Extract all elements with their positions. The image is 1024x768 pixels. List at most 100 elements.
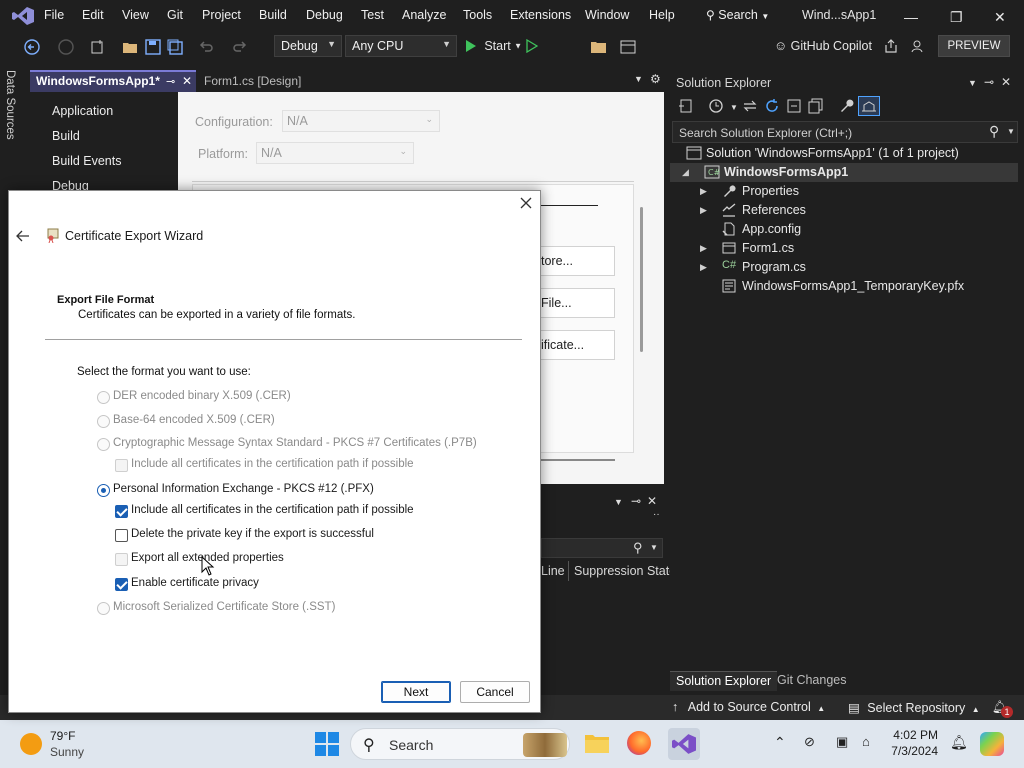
tree-item-program[interactable]: ▶ C# Program.cs: [670, 258, 1024, 277]
visual-studio-taskbar-icon[interactable]: [668, 728, 700, 760]
close-panel-icon[interactable]: ✕: [1001, 75, 1011, 89]
tree-item-references[interactable]: ▶ References: [670, 201, 1024, 220]
firefox-icon[interactable]: [627, 731, 651, 755]
tab-solution-explorer[interactable]: Solution Explorer: [670, 671, 778, 691]
menu-view[interactable]: View: [122, 8, 149, 22]
refresh-icon[interactable]: [764, 98, 780, 114]
tray-app-icon[interactable]: ⊘: [804, 734, 815, 750]
tree-item-pfx[interactable]: WindowsFormsApp1_TemporaryKey.pfx: [670, 277, 1024, 296]
nav-application[interactable]: Application: [52, 104, 113, 118]
weather-condition[interactable]: Sunny: [50, 745, 84, 759]
menu-extensions[interactable]: Extensions: [510, 8, 571, 22]
tree-item-properties[interactable]: ▶ Properties: [670, 182, 1024, 201]
pin-icon[interactable]: ⊸: [984, 75, 994, 89]
menu-build[interactable]: Build: [259, 8, 287, 22]
error-list-search[interactable]: ⚲ ▼: [541, 538, 663, 558]
clock-date[interactable]: 7/3/2024: [890, 744, 938, 758]
layout-icon[interactable]: [620, 39, 636, 55]
preview-button[interactable]: PREVIEW: [938, 35, 1010, 57]
add-to-source-control-button[interactable]: ↑ Add to Source Control ▲: [672, 700, 825, 714]
settings-gear-icon[interactable]: ⚙: [650, 72, 661, 86]
search-menu[interactable]: ⚲ Search ▼: [706, 8, 769, 22]
clock-time[interactable]: 4:02 PM: [890, 728, 938, 742]
tab-project-properties[interactable]: WindowsFormsApp1* ⊸ ✕: [30, 70, 196, 92]
panel-menu-icon[interactable]: ▼: [614, 497, 623, 507]
pending-changes-icon[interactable]: [742, 98, 758, 114]
menu-window[interactable]: Window: [585, 8, 629, 22]
menu-tools[interactable]: Tools: [463, 8, 492, 22]
history-icon[interactable]: [708, 98, 724, 114]
nav-build-events[interactable]: Build Events: [52, 154, 121, 168]
menu-edit[interactable]: Edit: [82, 8, 104, 22]
share-icon[interactable]: [884, 39, 898, 53]
platform-dropdown[interactable]: Any CPU ▼: [345, 35, 457, 57]
minimize-icon[interactable]: —: [904, 9, 918, 25]
solution-folder-icon[interactable]: [590, 39, 608, 55]
file-explorer-icon[interactable]: [584, 732, 610, 754]
network-icon[interactable]: ⌂: [862, 734, 870, 749]
forward-icon[interactable]: [58, 39, 74, 55]
chevron-down-icon[interactable]: ▼: [730, 103, 738, 112]
collapsed-arrow-icon[interactable]: ▶: [700, 186, 707, 197]
close-window-icon[interactable]: ✕: [994, 9, 1006, 26]
next-button[interactable]: Next: [381, 681, 451, 703]
checkbox[interactable]: [115, 529, 128, 542]
select-repository-button[interactable]: ▤ Select Repository ▲: [848, 700, 980, 715]
more-icon[interactable]: ··: [653, 509, 660, 520]
platform-select[interactable]: N/A ⌄: [256, 142, 414, 164]
panel-menu-icon[interactable]: ▼: [968, 78, 977, 88]
save-icon[interactable]: [145, 39, 161, 55]
menu-file[interactable]: File: [44, 8, 64, 22]
tab-overflow-icon[interactable]: ▼: [634, 74, 643, 84]
menu-analyze[interactable]: Analyze: [402, 8, 446, 22]
menu-git[interactable]: Git: [167, 8, 183, 22]
restore-icon[interactable]: ❐: [950, 9, 963, 26]
start-windows-icon[interactable]: [315, 732, 339, 756]
menu-test[interactable]: Test: [361, 8, 384, 22]
github-copilot-button[interactable]: ☺ GitHub Copilot: [774, 38, 872, 53]
configuration-dropdown[interactable]: Debug ▼: [274, 35, 342, 57]
back-icon[interactable]: [24, 39, 40, 55]
tree-item-form1[interactable]: ▶ Form1.cs: [670, 239, 1024, 258]
menu-project[interactable]: Project: [202, 8, 241, 22]
certificate-button[interactable]: ificate...: [540, 330, 615, 360]
nav-build[interactable]: Build: [52, 129, 80, 143]
redo-icon[interactable]: [232, 39, 248, 55]
column-line[interactable]: Line: [541, 564, 565, 578]
properties-scrollbar[interactable]: [640, 207, 643, 352]
checkbox[interactable]: [115, 505, 128, 518]
cancel-button[interactable]: Cancel: [460, 681, 530, 703]
configuration-select[interactable]: N/A ⌄: [282, 110, 440, 132]
start-button[interactable]: Start ▼: [465, 38, 522, 53]
radio-button[interactable]: [97, 391, 110, 404]
checkbox[interactable]: [115, 553, 128, 566]
pin-icon[interactable]: ⊸: [631, 494, 641, 508]
tree-item-app-config[interactable]: App.config: [670, 220, 1024, 239]
start-without-debugging-icon[interactable]: [526, 39, 538, 53]
collapsed-arrow-icon[interactable]: ▶: [700, 262, 707, 273]
menu-debug[interactable]: Debug: [306, 8, 343, 22]
feedback-icon[interactable]: [910, 39, 924, 53]
pin-icon[interactable]: ⊸: [166, 75, 175, 88]
radio-button[interactable]: [97, 602, 110, 615]
collapse-all-icon[interactable]: [786, 98, 802, 114]
file-button[interactable]: File...: [540, 288, 615, 318]
properties-wrench-icon[interactable]: [838, 98, 854, 114]
store-button[interactable]: tore...: [540, 246, 615, 276]
tree-solution[interactable]: Solution 'WindowsFormsApp1' (1 of 1 proj…: [670, 144, 1024, 163]
checkbox[interactable]: [115, 459, 128, 472]
undo-icon[interactable]: [198, 39, 214, 55]
solution-explorer-search[interactable]: Search Solution Explorer (Ctrl+;) ⚲ ▼: [672, 121, 1018, 143]
notifications-bell-icon[interactable]: 🔔︎ 1: [992, 700, 1013, 718]
notification-bell-icon[interactable]: 🔔︎: [950, 734, 968, 751]
weather-sun-icon[interactable]: [20, 733, 42, 755]
save-all-icon[interactable]: [167, 39, 183, 55]
close-dialog-icon[interactable]: [520, 197, 532, 209]
show-all-files-icon[interactable]: [808, 98, 824, 114]
radio-button[interactable]: [97, 484, 110, 497]
taskbar-search[interactable]: ⚲ Search: [350, 728, 570, 760]
radio-button[interactable]: [97, 415, 110, 428]
radio-button[interactable]: [97, 438, 110, 451]
collapsed-arrow-icon[interactable]: ▶: [700, 205, 707, 216]
tab-form-designer[interactable]: Form1.cs [Design]: [198, 70, 338, 92]
